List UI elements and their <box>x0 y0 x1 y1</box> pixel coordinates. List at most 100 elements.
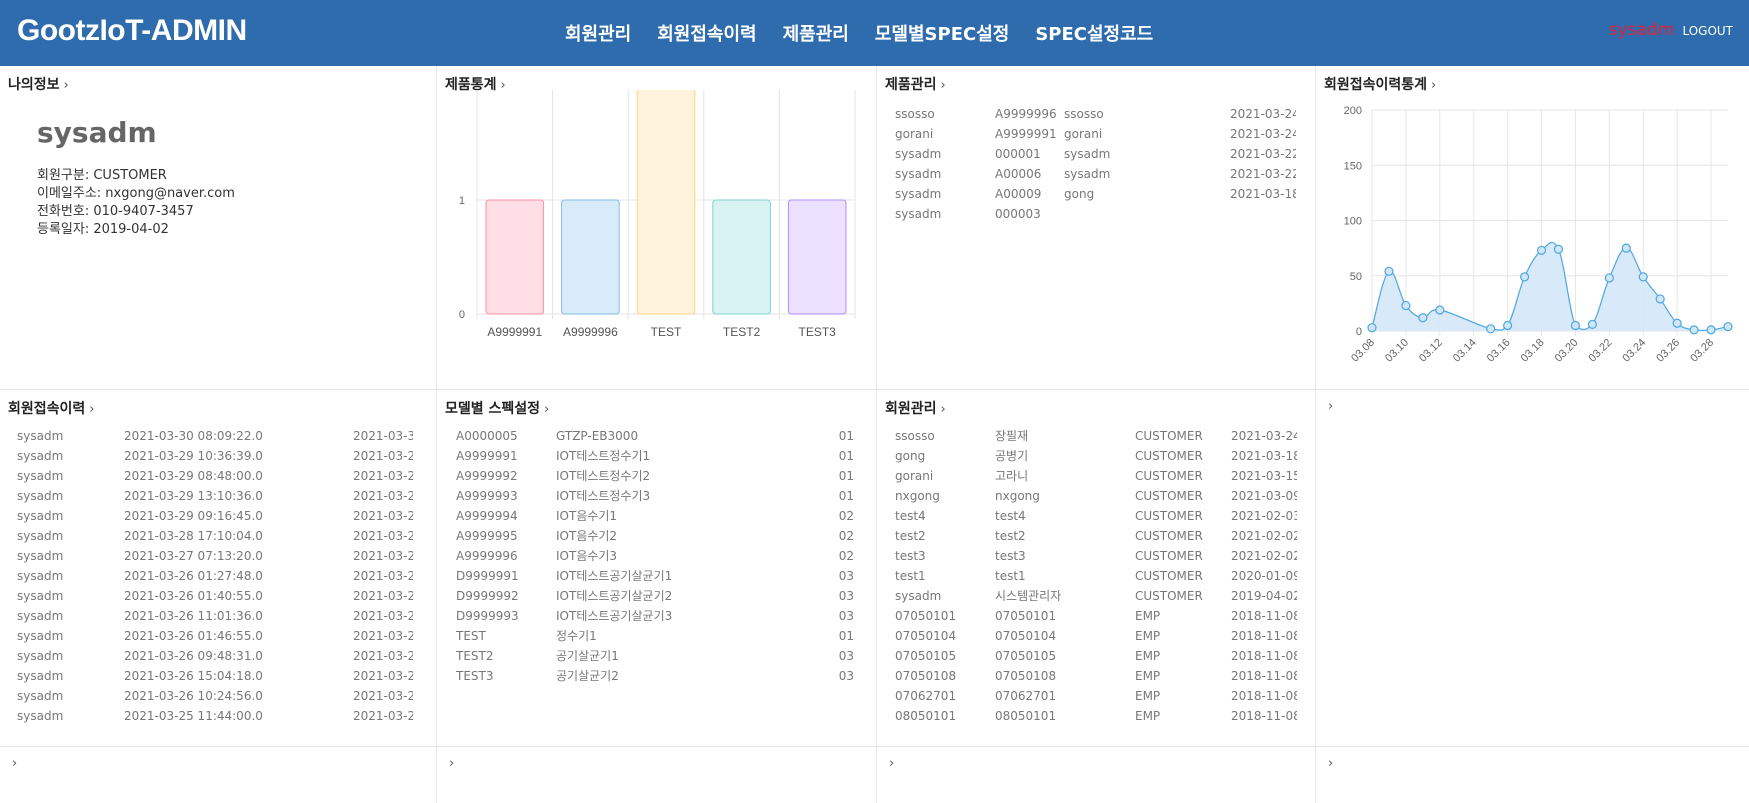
cell: IOT테스트정수기1 <box>556 449 651 463</box>
cell: 2021-03-22 <box>1230 167 1296 181</box>
cell: sysadm <box>1064 147 1111 161</box>
member-row[interactable]: gorani 고라니 CUSTOMER 2021-03-15 <box>895 466 1297 486</box>
cell: 07050101 <box>995 609 1057 623</box>
cell: IOT음수기2 <box>556 529 618 543</box>
member-row[interactable]: 07050108 07050108 EMP 2018-11-08 <box>895 666 1297 686</box>
product-row[interactable]: ssosso A9999996 ssosso 2021-03-24 <box>895 104 1296 124</box>
spec-row[interactable]: A9999991 IOT테스트정수기1 01 <box>456 446 854 466</box>
product-row[interactable]: sysadm A00006 sysadm 2021-03-22 <box>895 164 1296 184</box>
cell: 2021-03-24 <box>1230 127 1296 141</box>
cell: 07050104 <box>895 629 957 643</box>
spec-row[interactable]: A9999994 IOT음수기1 02 <box>456 506 854 526</box>
access-row[interactable]: sysadm 2021-03-27 07:13:20.0 2021-03-27 <box>17 546 413 566</box>
cell: sysadm <box>17 629 64 643</box>
panel-title-empty-5[interactable]: › <box>1324 755 1333 771</box>
cell: 2021-03-26 <box>353 649 413 663</box>
access-row[interactable]: sysadm 2021-03-26 01:40:55.0 2021-03-26 <box>17 586 413 606</box>
panel-title-empty-4[interactable]: › <box>885 755 894 771</box>
panel-title-member-mgmt[interactable]: 회원관리 › <box>885 398 946 418</box>
nav-access-history[interactable]: 회원접속이력 <box>657 20 756 46</box>
cell: 2021-03-25 11:44:00.0 <box>124 709 263 723</box>
access-row[interactable]: sysadm 2021-03-29 08:48:00.0 2021-03-29 <box>17 466 413 486</box>
cell: 07050105 <box>895 649 957 663</box>
spec-row[interactable]: TEST3 공기살균기2 03 <box>456 666 854 686</box>
nav-model-spec[interactable]: 모델별SPEC설정 <box>875 20 1009 46</box>
spec-row[interactable]: A0000005 GTZP-EB3000 01 <box>456 426 854 446</box>
member-row[interactable]: 07050104 07050104 EMP 2018-11-08 <box>895 626 1297 646</box>
panel-title-profile[interactable]: 나의정보 › <box>8 74 69 94</box>
member-row[interactable]: 07050105 07050105 EMP 2018-11-08 <box>895 646 1297 666</box>
cell: gorani <box>1064 127 1103 141</box>
chevron-right-icon: › <box>63 78 69 93</box>
panel-title-empty-1[interactable]: › <box>1324 398 1333 414</box>
cell: 07050101 <box>895 609 957 623</box>
x-tick-label: 03.08 <box>1349 337 1377 365</box>
panel-title-empty-2[interactable]: › <box>8 755 17 771</box>
cell: 2018-11-08 <box>1231 709 1297 723</box>
profile-info: 회원구분: CUSTOMER 이메일주소: nxgong@naver.com 전… <box>37 167 235 239</box>
member-row[interactable]: test4 test4 CUSTOMER 2021-02-03 <box>895 506 1297 526</box>
member-row[interactable]: test2 test2 CUSTOMER 2021-02-02 <box>895 526 1297 546</box>
cell: 01 <box>838 449 854 463</box>
access-row[interactable]: sysadm 2021-03-29 13:10:36.0 2021-03-29 <box>17 486 413 506</box>
spec-row[interactable]: TEST2 공기살균기1 03 <box>456 646 854 666</box>
logout-link[interactable]: LOGOUT <box>1682 24 1733 38</box>
spec-row[interactable]: D9999992 IOT테스트공기살균기2 03 <box>456 586 854 606</box>
member-row[interactable]: 07062701 07062701 EMP 2018-11-08 <box>895 686 1297 706</box>
cell: 공기살균기1 <box>556 649 619 663</box>
chevron-right-icon: › <box>544 402 550 417</box>
member-row[interactable]: 08050101 08050101 EMP 2018-11-08 <box>895 706 1297 726</box>
member-row[interactable]: test1 test1 CUSTOMER 2020-01-09 <box>895 566 1297 586</box>
spec-row[interactable]: D9999991 IOT테스트공기살균기1 03 <box>456 566 854 586</box>
product-row[interactable]: gorani A9999991 gorani 2021-03-24 <box>895 124 1296 144</box>
nav-spec-code[interactable]: SPEC설정코드 <box>1035 20 1153 46</box>
access-row[interactable]: sysadm 2021-03-26 01:27:48.0 2021-03-26 <box>17 566 413 586</box>
member-row[interactable]: sysadm 시스템관리자 CUSTOMER 2019-04-02 <box>895 586 1297 606</box>
spec-row[interactable]: TEST 정수기1 01 <box>456 626 854 646</box>
panel-title-model-spec[interactable]: 모델별 스펙설정 › <box>445 398 549 418</box>
member-row[interactable]: ssosso 장필재 CUSTOMER 2021-03-24 <box>895 426 1297 446</box>
cell: 02 <box>838 509 854 523</box>
spec-row[interactable]: A9999996 IOT음수기3 02 <box>456 546 854 566</box>
panel-title-empty-3[interactable]: › <box>445 755 454 771</box>
member-row[interactable]: test3 test3 CUSTOMER 2021-02-02 <box>895 546 1297 566</box>
access-row[interactable]: sysadm 2021-03-26 01:46:55.0 2021-03-26 <box>17 626 413 646</box>
spec-row[interactable]: A9999992 IOT테스트정수기2 01 <box>456 466 854 486</box>
cell <box>1064 204 1230 224</box>
access-row[interactable]: sysadm 2021-03-26 15:04:18.0 2021-03-26 <box>17 666 413 686</box>
access-row[interactable]: sysadm 2021-03-25 11:44:00.0 2021-03-25 <box>17 706 413 726</box>
member-row[interactable]: 07050101 07050101 EMP 2018-11-08 <box>895 606 1297 626</box>
product-row[interactable]: sysadm 000003 <box>895 204 1296 224</box>
x-tick-label: 03.10 <box>1383 337 1411 365</box>
cell: 07050108 <box>895 669 957 683</box>
member-row[interactable]: gong 공병기 CUSTOMER 2021-03-18 <box>895 446 1297 466</box>
top-header: GootzIoT-ADMIN 회원관리 회원접속이력 제품관리 모델별SPEC설정 SP… <box>0 0 1749 66</box>
cell: 2021-03-29 10:36:39.0 <box>124 449 263 463</box>
cell: 2021-03-26 <box>353 569 413 583</box>
brand-logo[interactable]: GootzIoT-ADMIN <box>17 14 247 48</box>
spec-row[interactable]: A9999993 IOT테스트정수기3 01 <box>456 486 854 506</box>
access-row[interactable]: sysadm 2021-03-30 08:09:22.0 2021-03-30 <box>17 426 413 446</box>
profile-reg-date: 등록일자: 2019-04-02 <box>37 222 169 237</box>
cell: A9999996 <box>995 107 1057 121</box>
cell: sysadm <box>17 449 64 463</box>
access-row[interactable]: sysadm 2021-03-26 09:48:31.0 2021-03-26 <box>17 646 413 666</box>
spec-row[interactable]: A9999995 IOT음수기2 02 <box>456 526 854 546</box>
access-row[interactable]: sysadm 2021-03-29 10:36:39.0 2021-03-29 <box>17 446 413 466</box>
member-row[interactable]: nxgong nxgong CUSTOMER 2021-03-09 <box>895 486 1297 506</box>
panel-title-product-mgmt[interactable]: 제품관리 › <box>885 74 946 94</box>
access-row[interactable]: sysadm 2021-03-26 11:01:36.0 2021-03-26 <box>17 606 413 626</box>
nav-product-mgmt[interactable]: 제품관리 <box>783 20 849 46</box>
access-row[interactable]: sysadm 2021-03-29 09:16:45.0 2021-03-29 <box>17 506 413 526</box>
cell: sysadm <box>17 469 64 483</box>
spec-row[interactable]: D9999993 IOT테스트공기살균기3 03 <box>456 606 854 626</box>
cell: sysadm <box>17 589 64 603</box>
panel-title-access-history[interactable]: 회원접속이력 › <box>8 398 94 418</box>
access-row[interactable]: sysadm 2021-03-28 17:10:04.0 2021-03-28 <box>17 526 413 546</box>
product-row[interactable]: sysadm A00009 gong 2021-03-18 <box>895 184 1296 204</box>
cell: 2021-03-30 08:09:22.0 <box>124 429 263 443</box>
cell: 2021-03-26 <box>353 689 413 703</box>
nav-member-mgmt[interactable]: 회원관리 <box>565 20 631 46</box>
product-row[interactable]: sysadm 000001 sysadm 2021-03-22 <box>895 144 1296 164</box>
access-row[interactable]: sysadm 2021-03-26 10:24:56.0 2021-03-26 <box>17 686 413 706</box>
